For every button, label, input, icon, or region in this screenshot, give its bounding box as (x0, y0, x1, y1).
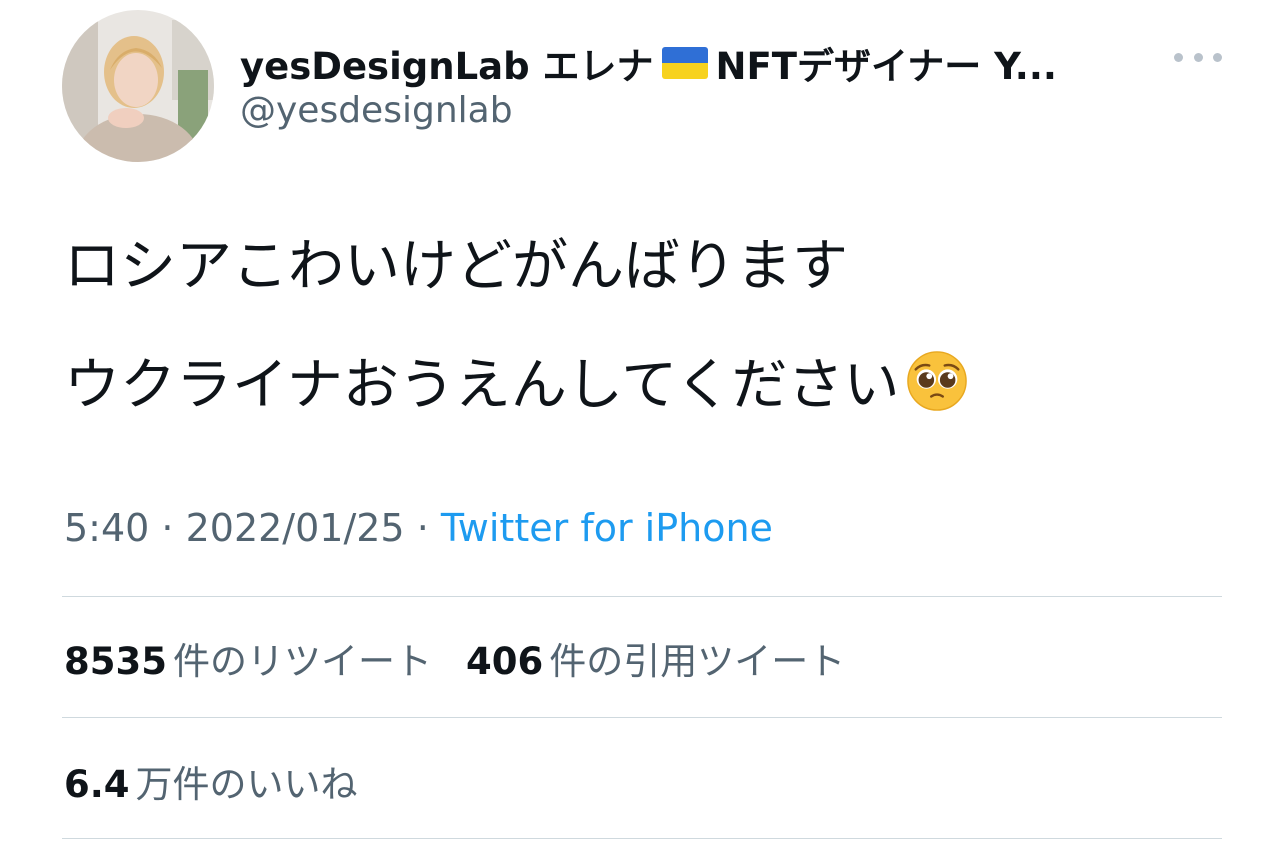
quote-tweets-count: 406 (465, 640, 544, 683)
tweet-date[interactable]: 2022/01/25 (186, 506, 405, 550)
dot (1213, 52, 1222, 62)
tweet-time[interactable]: 5:40 (64, 506, 149, 550)
tweet-text-line-2-text: ウクライナおうえんしてください (64, 353, 900, 418)
avatar-image (62, 10, 214, 162)
author-display-name[interactable]: yesDesignLab エレナ NFTデザイナー Y... (240, 36, 1057, 90)
divider (62, 838, 1222, 839)
ukraine-flag-icon (661, 47, 708, 79)
display-name-prefix: yesDesignLab エレナ (240, 45, 654, 88)
tweet-text-line-1: ロシアこわいけどがんばります (64, 234, 848, 299)
profile-avatar[interactable] (62, 10, 214, 162)
retweets-stat[interactable]: 8535 件のリツイート (64, 631, 432, 685)
quote-tweets-stat[interactable]: 406 件の引用ツイート (466, 631, 845, 685)
divider (62, 717, 1222, 718)
divider (62, 596, 1222, 597)
tweet-text-line-2: ウクライナおうえんしてください (64, 350, 1214, 421)
likes-count: 6.4 (64, 763, 130, 806)
quote-tweets-label: 件の引用ツイート (549, 640, 846, 683)
author-handle[interactable]: @yesdesignlab (240, 90, 513, 131)
more-options-icon[interactable] (1174, 42, 1222, 72)
dot (1193, 52, 1203, 62)
display-name-suffix: NFTデザイナー Y... (715, 45, 1057, 88)
separator: · (404, 506, 441, 550)
separator: · (149, 506, 186, 550)
likes-stat-inner: 6.4 万件のいいね (64, 754, 358, 808)
engagement-stats: 8535 件のリツイート 406 件の引用ツイート (64, 631, 879, 685)
likes-stat[interactable]: 6.4 万件のいいね (64, 754, 392, 808)
retweets-count: 8535 (64, 640, 167, 683)
retweets-label: 件のリツイート (172, 640, 432, 683)
pleading-face-icon (906, 351, 967, 411)
dot (1174, 52, 1183, 62)
tweet-source-link[interactable]: Twitter for iPhone (441, 506, 773, 550)
tweet-metadata: 5:40 · 2022/01/25 · Twitter for iPhone (64, 506, 773, 550)
likes-label: 万件のいいね (135, 763, 358, 806)
